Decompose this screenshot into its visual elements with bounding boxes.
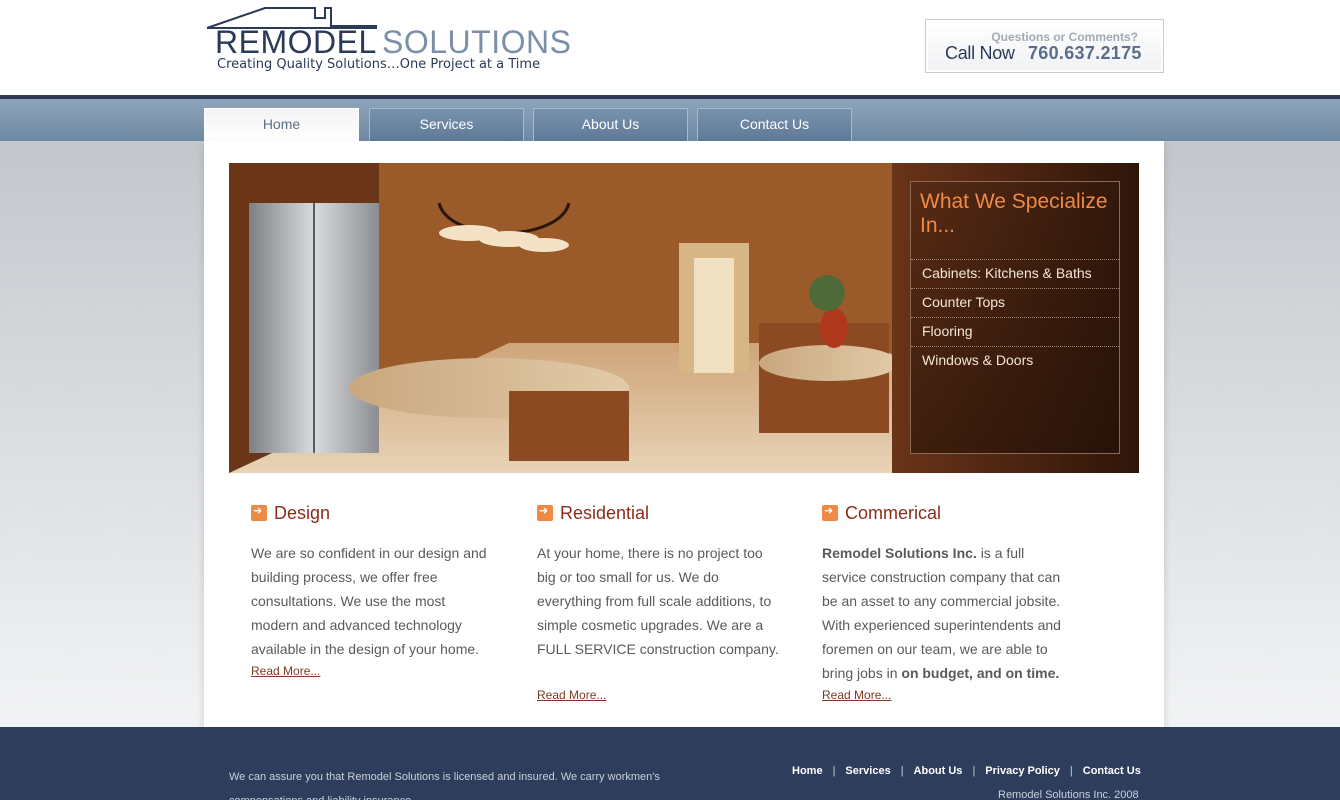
divider (911, 259, 1119, 260)
footer-link-about-us[interactable]: About Us (914, 765, 963, 777)
design-read-more-link[interactable]: Read More... (251, 664, 320, 678)
specialty-windows-doors[interactable]: Windows & Doors (922, 352, 1033, 368)
questions-label: Questions or Comments? (991, 30, 1138, 44)
tab-home[interactable]: Home (204, 108, 359, 142)
commercial-heading: Commerical (822, 503, 941, 524)
header: REMODEL SOLUTIONS Creating Quality Solut… (0, 0, 1340, 95)
call-box: Questions or Comments? Call Now 760.637.… (925, 19, 1164, 73)
footer-link-services[interactable]: Services (845, 765, 890, 777)
footer-link-contact-us[interactable]: Contact Us (1083, 765, 1141, 777)
separator: | (832, 765, 836, 777)
residential-read-more-link[interactable]: Read More... (537, 688, 606, 702)
footer-link-privacy-policy[interactable]: Privacy Policy (985, 765, 1060, 777)
design-heading-text: Design (274, 503, 331, 523)
specialty-counter-tops[interactable]: Counter Tops (922, 294, 1005, 310)
residential-heading: Residential (537, 503, 649, 524)
commercial-body: Remodel Solutions Inc. is a full service… (822, 541, 1067, 685)
specialize-title: What We Specialize In... (920, 190, 1108, 237)
tab-about-us[interactable]: About Us (533, 108, 688, 141)
commercial-body-text: is a full service construction company t… (822, 545, 1061, 681)
logo-word-solutions: SOLUTIONS (382, 24, 572, 60)
footer-insurance-text: We can assure you that Remodel Solutions… (229, 771, 660, 800)
footer: We can assure you that Remodel Solutions… (0, 727, 1340, 800)
tab-contact-us[interactable]: Contact Us (697, 108, 852, 141)
residential-heading-text: Residential (560, 503, 650, 523)
call-now-label: Call Now (945, 43, 1015, 63)
divider (911, 346, 1119, 347)
commercial-read-more-link[interactable]: Read More... (822, 688, 891, 702)
design-heading: Design (251, 503, 330, 524)
arrow-icon (822, 504, 838, 521)
phone-number[interactable]: 760.637.2175 (1028, 43, 1142, 64)
footer-link-home[interactable]: Home (792, 765, 823, 777)
specialty-cabinets[interactable]: Cabinets: Kitchens & Baths (922, 265, 1092, 281)
logo-word-remodel: REMODEL (215, 24, 377, 60)
separator: | (900, 765, 904, 777)
arrow-icon (251, 504, 267, 521)
separator: | (972, 765, 976, 777)
residential-body: At your home, there is no project too bi… (537, 545, 779, 657)
budget-emphasis: on budget, and on time. (901, 665, 1060, 681)
footer-copyright: Remodel Solutions Inc. 2008 (998, 789, 1139, 800)
commercial-heading-text: Commerical (845, 503, 942, 523)
specialty-flooring[interactable]: Flooring (922, 323, 973, 339)
company-name: Remodel Solutions Inc. (822, 545, 977, 561)
footer-links: Home | Services | About Us | Privacy Policy | Co… (792, 765, 1141, 777)
divider (911, 288, 1119, 289)
separator: | (1069, 765, 1073, 777)
divider (911, 317, 1119, 318)
tab-services[interactable]: Services (369, 108, 524, 141)
specialize-panel: What We Specialize In... Cabinets: Kitch… (910, 181, 1120, 454)
site-logo[interactable]: REMODEL SOLUTIONS Creating Quality Solut… (205, 6, 575, 76)
design-body: We are so confident in our design and bu… (251, 545, 487, 657)
arrow-icon (537, 504, 553, 521)
tagline: Creating Quality Solutions…One Project a… (217, 57, 541, 72)
